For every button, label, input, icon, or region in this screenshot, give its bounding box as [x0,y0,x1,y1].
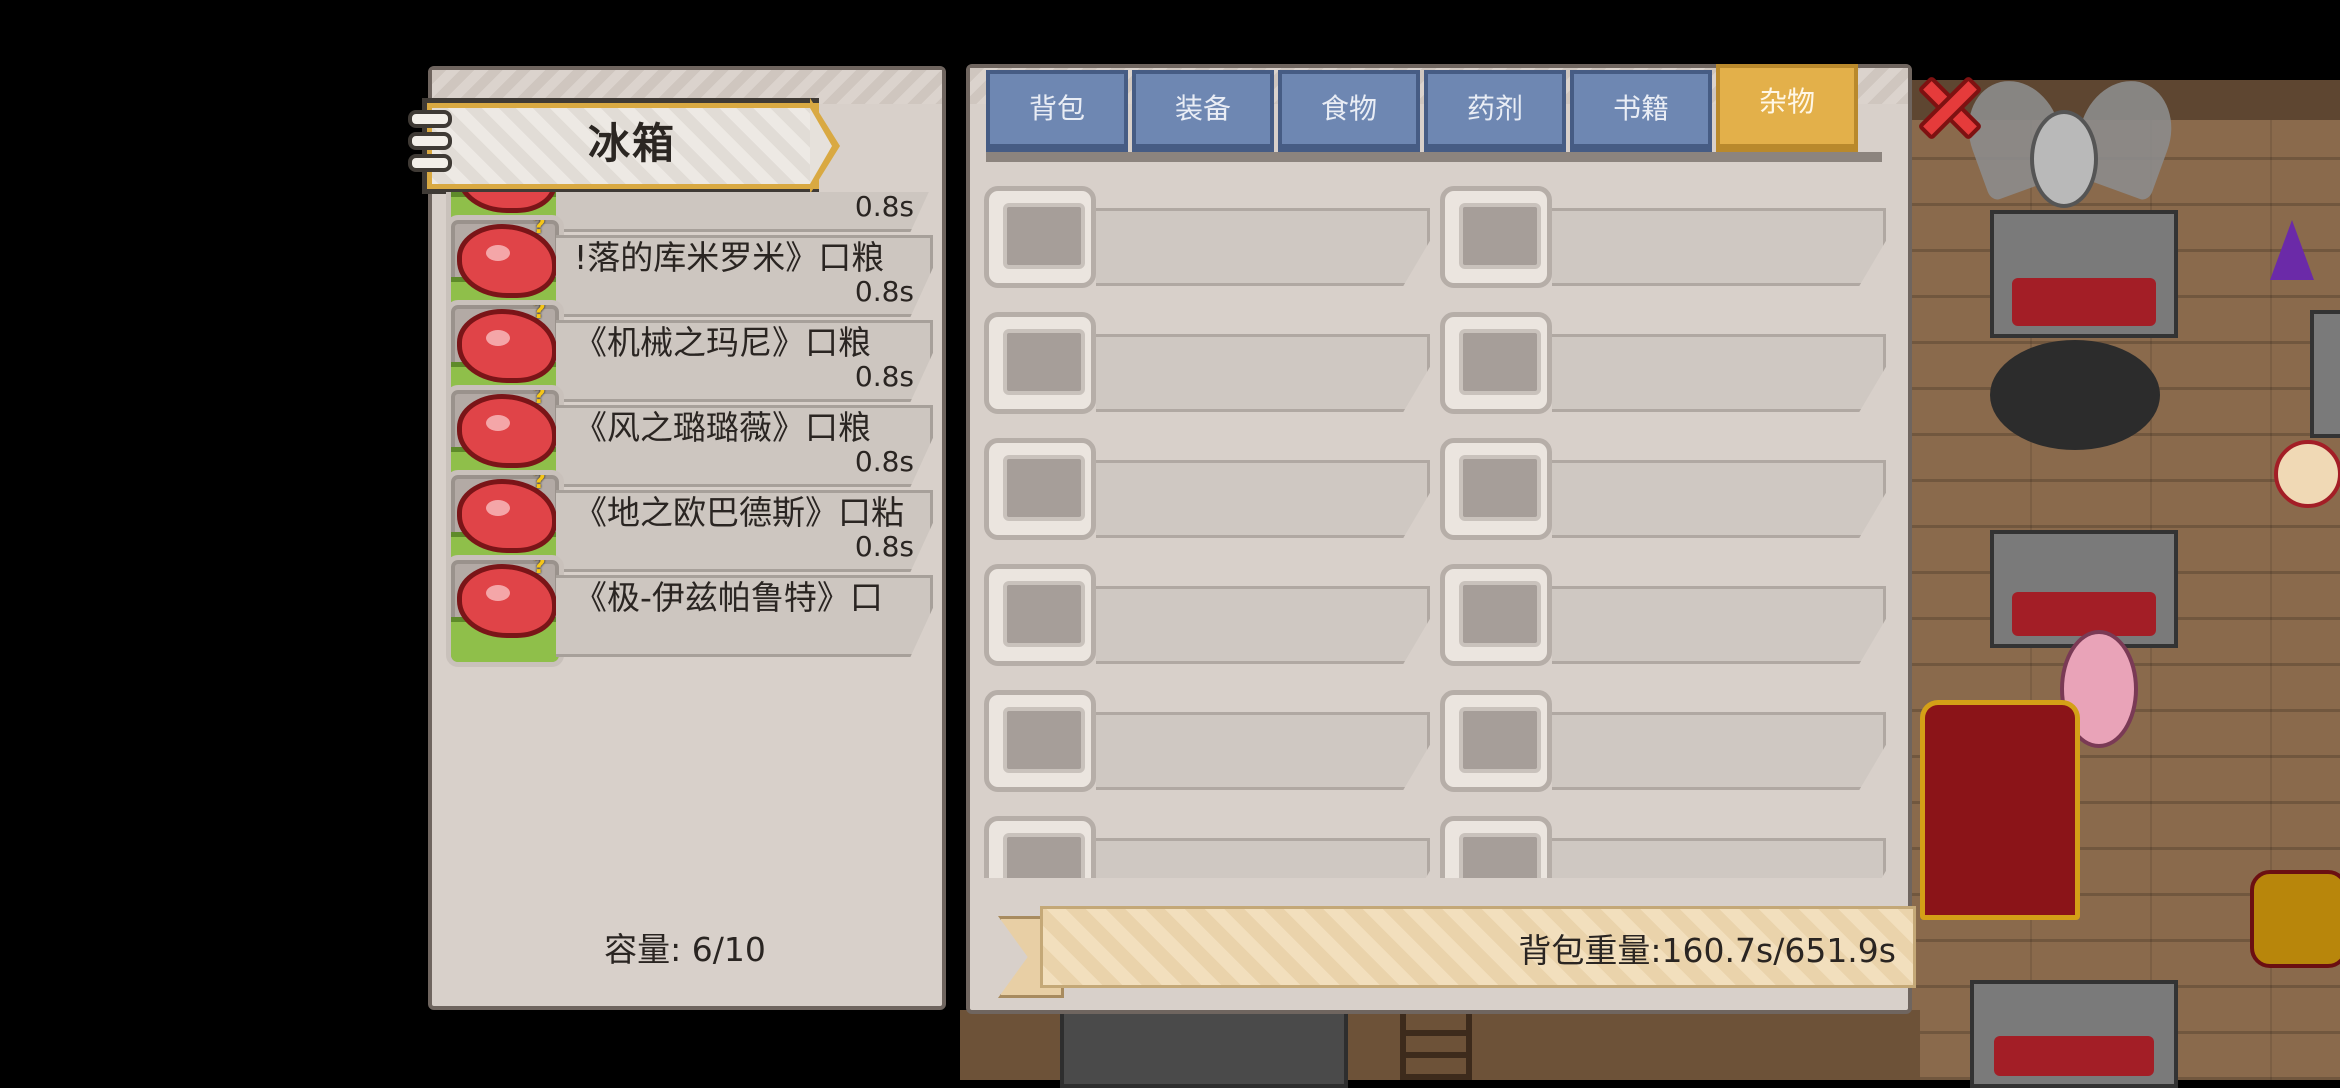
inventory-grid[interactable] [984,186,1894,878]
item-name-strip [1552,586,1886,664]
inventory-tab-bar: 背包 装备 食物 药剂 书籍 杂物 [986,64,1882,162]
purple-crystal [2270,220,2314,280]
statue-figure [2030,110,2098,208]
empty-item-slot [1440,312,1552,414]
item-name-strip [1552,460,1886,538]
question-mark-icon: ? [533,300,546,324]
empty-item-slot [1440,438,1552,540]
question-mark-icon: ? [533,470,546,494]
ladder [1400,1010,1472,1080]
inventory-slot[interactable] [1440,690,1888,802]
empty-item-slot [984,690,1096,792]
empty-item-slot [984,438,1096,540]
shrine-figure [2274,440,2340,508]
fridge-capacity: 容量: 6/10 [604,930,766,969]
inventory-slot[interactable] [984,564,1432,676]
stone-crate [1060,1010,1348,1088]
item-name-strip [1552,712,1886,790]
item-name: 《地之欧巴德斯》口粘 [574,493,904,532]
item-name-strip [1096,712,1430,790]
inventory-slot[interactable] [984,312,1432,424]
item-name-strip [1552,334,1886,412]
empty-item-slot [1440,564,1552,666]
inventory-slot[interactable] [1440,312,1888,424]
backpack-weight-label: 背包重量:160.7s/651.9s [1518,931,1896,970]
question-mark-icon: ? [533,385,546,409]
statue-pedestal-2 [1990,530,2178,648]
tab-5[interactable]: 杂物 [1716,64,1858,152]
question-mark-icon: ? [533,215,546,239]
empty-item-slot [984,186,1096,288]
scene-floor-bottom [960,1010,1920,1088]
empty-item-slot [1440,186,1552,288]
item-name-strip [1552,838,1886,878]
tab-2[interactable]: 食物 [1278,70,1420,152]
item-name-strip [1096,586,1430,664]
item-name: 《风之璐璐薇》口粮 [574,408,871,447]
dark-winged-statue [1990,340,2160,450]
tab-4[interactable]: 书籍 [1570,70,1712,152]
empty-item-slot [984,816,1096,878]
fridge-title-banner: 冰箱 [408,92,840,194]
item-name-strip [1552,208,1886,286]
golden-armor-piece [2250,870,2340,968]
ribbon-tip-inner [810,108,832,184]
inventory-slot[interactable] [1440,816,1888,878]
inventory-slot[interactable] [984,186,1432,298]
empty-item-slot [984,564,1096,666]
fridge-list-item[interactable]: ? 《极-伊兹帕鲁特》口 [446,555,936,667]
question-mark-icon: ? [533,555,546,579]
item-name-strip [1096,334,1430,412]
close-button[interactable] [1912,70,1988,146]
empty-item-slot [1440,690,1552,792]
inventory-slot[interactable] [984,438,1432,550]
inventory-slot[interactable] [1440,438,1888,550]
item-slot: ? [446,555,564,667]
tab-1[interactable]: 装备 [1132,70,1274,152]
backpack-weight-banner: 背包重量:160.7s/651.9s [998,906,1916,998]
item-name: 《极-伊兹帕鲁特》口 [574,578,883,617]
tab-rail [986,152,1882,162]
item-name: !落的库米罗米》口粮 [574,238,885,277]
fridge-item-list[interactable]: ?《朱亚-圣光之力》口:0.8s?!落的库米罗米》口粮0.8s?《机械之玛尼》口… [446,192,936,874]
tab-3[interactable]: 药剂 [1424,70,1566,152]
tab-0[interactable]: 背包 [986,70,1128,152]
inventory-slot[interactable] [1440,186,1888,298]
item-name-strip [1096,838,1430,878]
statue-pedestal-3 [1970,980,2178,1088]
inventory-slot[interactable] [984,690,1432,802]
item-name-strip [1096,208,1430,286]
game-scene-background [1910,67,2340,1088]
empty-item-slot [984,312,1096,414]
statue-pedestal-1 [1990,210,2178,338]
item-name: 《机械之玛尼》口粮 [574,323,871,362]
inventory-slot[interactable] [1440,564,1888,676]
golden-throne [1920,700,2080,920]
side-pedestal [2310,310,2340,438]
inventory-slot[interactable] [984,816,1432,878]
empty-item-slot [1440,816,1552,878]
fridge-title: 冰箱 [587,119,676,168]
item-name-strip [1096,460,1430,538]
